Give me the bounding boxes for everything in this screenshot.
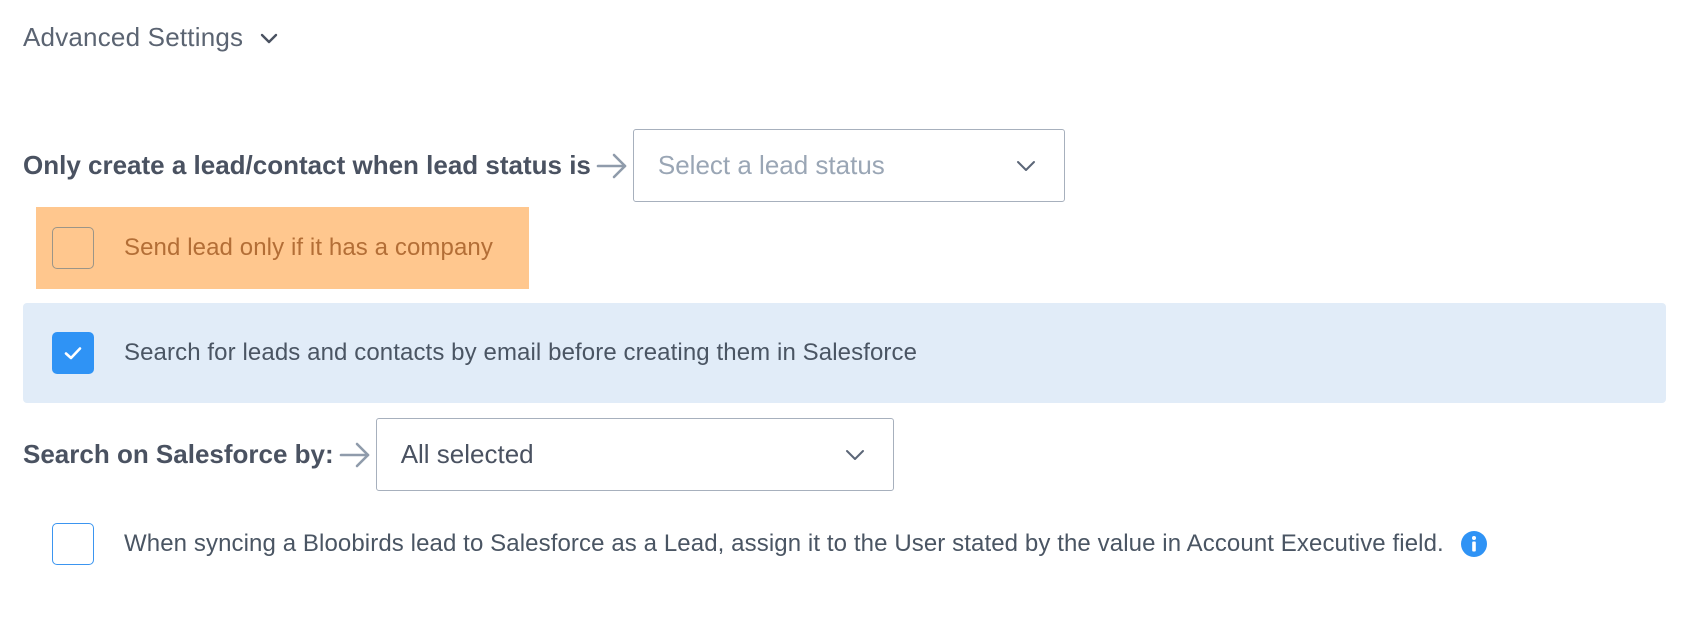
assign-option-row: When syncing a Bloobirds lead to Salesfo… [52, 522, 1488, 566]
arrow-right-icon [339, 442, 369, 467]
company-option-label: Send lead only if it has a company [124, 234, 493, 261]
assign-option-label: When syncing a Bloobirds lead to Salesfo… [124, 530, 1444, 557]
lead-status-label: Only create a lead/contact when lead sta… [23, 150, 591, 180]
chevron-down-icon [261, 33, 278, 43]
search-by-select-value: All selected [400, 439, 534, 469]
lead-status-select[interactable]: Select a lead status [632, 129, 1065, 202]
email-search-option-label: Search for leads and contacts by email b… [124, 339, 918, 366]
checkmark-icon [64, 347, 82, 360]
search-by-label: Search on Salesforce by: [23, 439, 334, 469]
chevron-down-icon [1016, 161, 1035, 171]
search-by-select[interactable]: All selected [375, 418, 894, 491]
email-search-checkbox[interactable] [52, 332, 94, 374]
advanced-settings-title: Advanced Settings [23, 22, 244, 52]
lead-status-select-placeholder: Select a lead status [657, 150, 885, 180]
info-icon[interactable] [1460, 530, 1488, 558]
advanced-settings-toggle[interactable]: Advanced Settings [23, 22, 281, 53]
company-option-row: Send lead only if it has a company [36, 207, 529, 289]
chevron-down-icon [845, 450, 864, 460]
company-checkbox[interactable] [52, 227, 94, 269]
lead-status-row: Only create a lead/contact when lead sta… [23, 129, 1065, 202]
email-search-option-row: Search for leads and contacts by email b… [23, 303, 1666, 403]
search-by-row: Search on Salesforce by: All selected [23, 418, 894, 491]
assign-checkbox[interactable] [52, 523, 94, 565]
arrow-right-icon [596, 153, 627, 178]
